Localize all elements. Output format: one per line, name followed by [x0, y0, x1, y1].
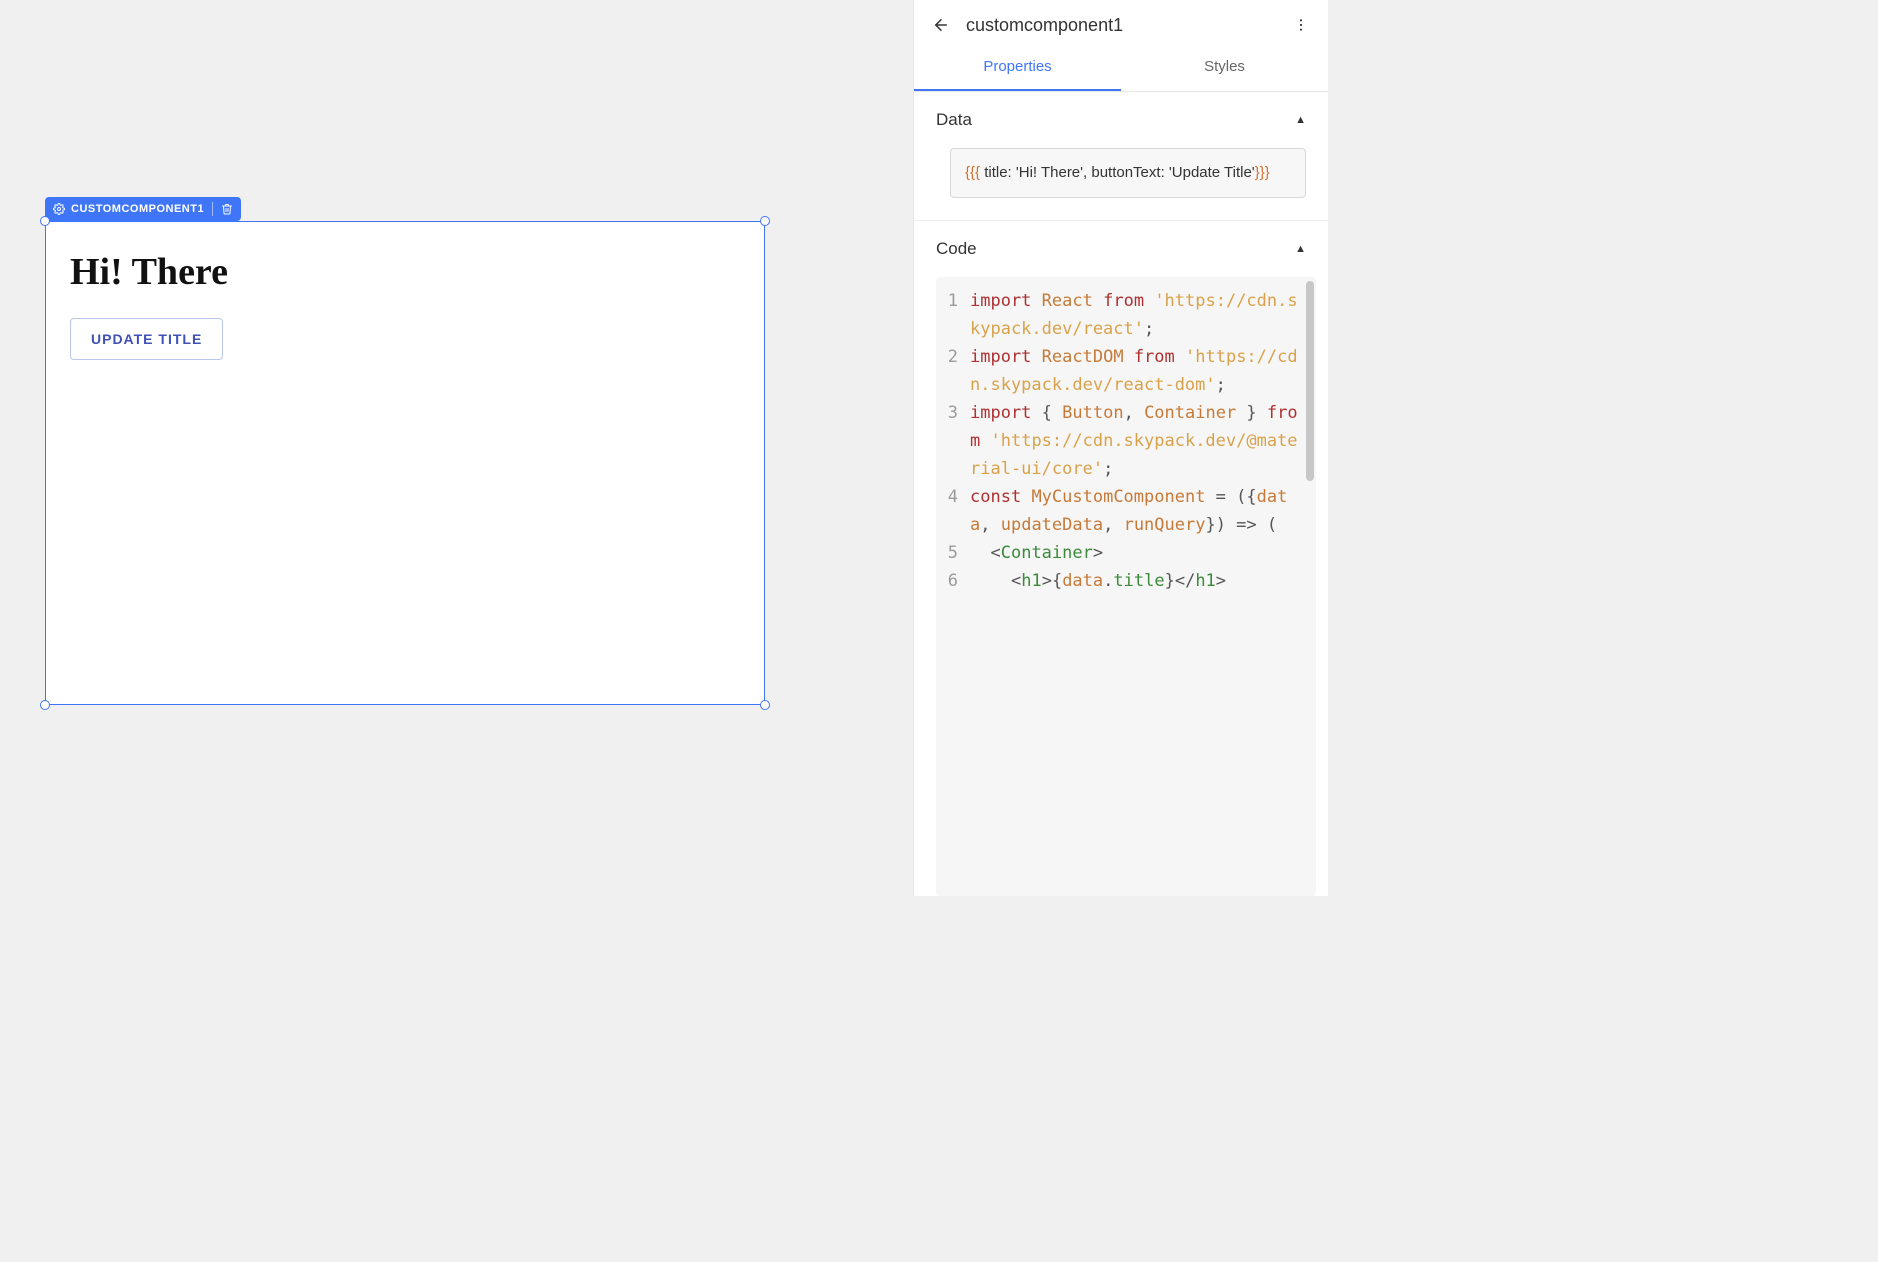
gear-icon[interactable] — [53, 203, 65, 215]
code-line: 4 const MyCustomComponent = ({data, upda… — [936, 483, 1316, 539]
resize-handle-tr[interactable] — [760, 216, 770, 226]
chevron-up-icon: ▲ — [1295, 243, 1306, 255]
back-icon[interactable] — [930, 14, 952, 36]
chevron-up-icon: ▲ — [1295, 114, 1306, 126]
section-data: Data ▲ {{{ title: 'Hi! There', buttonTex… — [914, 92, 1328, 221]
code-editor[interactable]: 1 import React from 'https://cdn.skypack… — [936, 277, 1316, 896]
selection-tag: CUSTOMCOMPONENT1 — [45, 197, 241, 221]
data-close-braces: }}} — [1255, 164, 1270, 181]
section-data-header[interactable]: Data ▲ — [914, 92, 1328, 142]
code-line: 1 import React from 'https://cdn.skypack… — [936, 287, 1316, 343]
code-line: 5 <Container> — [936, 539, 1316, 567]
data-body: title: 'Hi! There', buttonText: 'Update … — [980, 164, 1255, 181]
update-title-button[interactable]: UPDATE TITLE — [70, 318, 223, 360]
inspector-panel: customcomponent1 Properties Styles Data … — [913, 0, 1328, 896]
section-code: Code ▲ 1 import React from 'https://cdn.… — [914, 221, 1328, 896]
resize-handle-tl[interactable] — [40, 216, 50, 226]
code-line: 3 import { Button, Container } from 'htt… — [936, 399, 1316, 483]
resize-handle-br[interactable] — [760, 700, 770, 710]
tab-properties[interactable]: Properties — [914, 44, 1121, 91]
trash-icon[interactable] — [221, 203, 233, 215]
panel-header: customcomponent1 — [914, 0, 1328, 44]
selection-divider — [212, 202, 213, 216]
panel-title: customcomponent1 — [966, 15, 1290, 36]
section-code-title: Code — [936, 239, 977, 259]
custom-component-frame[interactable]: Hi! There UPDATE TITLE — [45, 221, 765, 705]
code-line: 6 <h1>{data.title}</h1> — [936, 567, 1316, 595]
code-line: 2 import ReactDOM from 'https://cdn.skyp… — [936, 343, 1316, 399]
selection-label: CUSTOMCOMPONENT1 — [71, 203, 204, 215]
data-open-braces: {{{ — [965, 164, 980, 181]
scrollbar[interactable] — [1306, 281, 1314, 481]
data-expression-input[interactable]: {{{ title: 'Hi! There', buttonText: 'Upd… — [950, 148, 1306, 198]
panel-tabs: Properties Styles — [914, 44, 1328, 92]
more-icon[interactable] — [1290, 14, 1312, 36]
tab-styles[interactable]: Styles — [1121, 44, 1328, 91]
component-title: Hi! There — [70, 250, 740, 294]
canvas[interactable]: CUSTOMCOMPONENT1 Hi! There UPDATE TITLE — [0, 0, 913, 896]
section-code-header[interactable]: Code ▲ — [914, 221, 1328, 271]
section-data-title: Data — [936, 110, 972, 130]
component-inner: Hi! There UPDATE TITLE — [46, 222, 764, 388]
resize-handle-bl[interactable] — [40, 700, 50, 710]
